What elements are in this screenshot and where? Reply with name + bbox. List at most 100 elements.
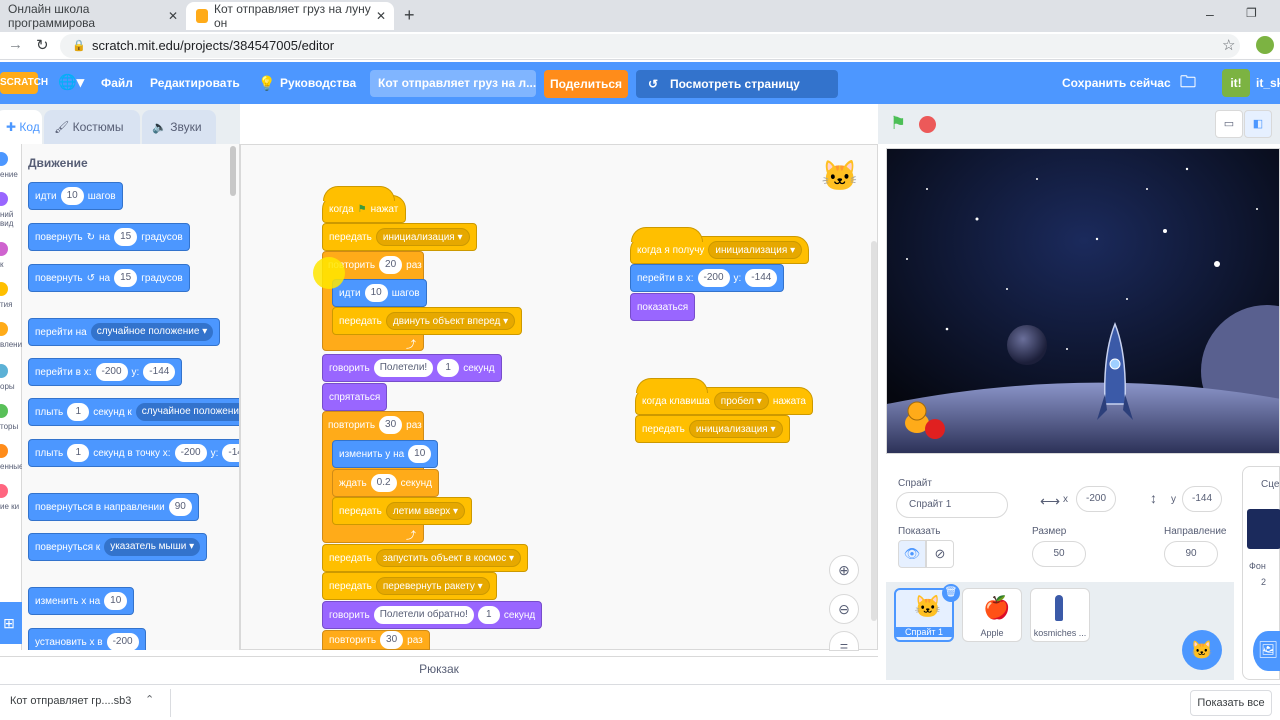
choose-sprite-icon[interactable]: 🐱 xyxy=(1182,630,1222,670)
block-broadcast[interactable]: передать запустить объект в космос ▾ xyxy=(322,544,529,572)
tab-sounds[interactable]: 🔈 Звуки xyxy=(142,110,216,144)
browser-tab-active[interactable]: Кот отправляет груз на луну он ✕ xyxy=(186,2,394,30)
category-sound[interactable] xyxy=(0,242,8,256)
block-input[interactable]: 10 xyxy=(60,187,84,205)
my-stuff-folder-icon[interactable]: 🗀 xyxy=(1180,62,1196,104)
small-stage-icon[interactable]: ▭ xyxy=(1215,110,1243,138)
see-project-page-button[interactable]: ↺ Посмотреть страницу проекта xyxy=(636,70,838,119)
category-sensing[interactable] xyxy=(0,364,8,378)
block-turn-left[interactable]: повернуть ↺ на 15 градусов xyxy=(28,264,190,292)
category-motion[interactable] xyxy=(0,152,8,166)
block-set-x[interactable]: установить х в -200 xyxy=(28,628,146,650)
block-input[interactable]: 10 xyxy=(408,445,432,463)
block-change-y[interactable]: изменить у на 10 xyxy=(332,440,439,468)
back-icon[interactable]: → xyxy=(8,36,23,53)
block-wait[interactable]: ждать 0.2 секунд xyxy=(332,469,439,497)
zoom-in-icon[interactable]: ⊕ xyxy=(829,555,859,585)
menu-edit[interactable]: Редактировать xyxy=(150,62,240,104)
block-input[interactable]: -200 xyxy=(174,444,207,462)
block-dropdown[interactable]: перевернуть ракету ▾ xyxy=(375,577,490,595)
x-input[interactable]: -200 xyxy=(1076,486,1116,512)
user-name[interactable]: it_sk xyxy=(1256,62,1280,104)
block-broadcast[interactable]: передать инициализация ▾ xyxy=(322,223,477,251)
block-dropdown[interactable]: двинуть объект вперед ▾ xyxy=(385,312,516,330)
block-when-i-receive[interactable]: когда я получу инициализация ▾ xyxy=(630,227,810,264)
scratch-logo[interactable]: SCRATCH xyxy=(0,72,48,94)
block-input[interactable]: 10 xyxy=(364,284,388,302)
tab-costumes[interactable]: 🖌 Костюмы xyxy=(44,110,140,144)
block-move-steps[interactable]: идти 10 шагов xyxy=(332,279,427,307)
block-glide[interactable]: плыть 1 секунд к случайное положение xyxy=(28,398,239,426)
block-goto-xy[interactable]: перейти в х: -200 у: -144 xyxy=(630,264,785,292)
block-dropdown[interactable]: случайное положение xyxy=(135,403,239,421)
category-myblocks[interactable] xyxy=(0,484,8,498)
block-input[interactable]: 1 xyxy=(437,359,460,377)
sprite-thumb[interactable]: 🍎 Apple xyxy=(962,588,1022,642)
language-globe-icon[interactable]: 🌐▾ xyxy=(58,62,84,104)
download-file-name[interactable]: Кот отправляет гр....sb3 xyxy=(10,695,131,707)
block-dropdown[interactable]: запустить объект в космос ▾ xyxy=(375,549,522,567)
block-say-for-secs[interactable]: говорить Полетели! 1 секунд xyxy=(322,354,502,382)
block-input[interactable]: -14 xyxy=(222,444,239,462)
size-input[interactable]: 50 xyxy=(1032,541,1086,567)
block-input[interactable]: 30 xyxy=(379,416,403,434)
block-input[interactable]: -200 xyxy=(106,633,139,650)
show-eye-icon[interactable]: 👁 xyxy=(898,540,926,568)
add-extension-icon[interactable]: ⊞ xyxy=(0,602,22,644)
block-input[interactable]: 10 xyxy=(104,592,128,610)
project-title-input[interactable]: Кот отправляет груз на л... xyxy=(370,70,536,97)
block-dropdown[interactable]: инициализация ▾ xyxy=(688,420,783,438)
restore-icon[interactable]: ❐ xyxy=(1246,6,1257,20)
block-input[interactable]: -144 xyxy=(745,269,778,287)
script-area[interactable]: 🐱 когда ⚑ нажат передать инициализация ▾ по… xyxy=(240,144,878,654)
chevron-up-icon[interactable]: ⌃ xyxy=(145,693,154,706)
palette-scrollbar[interactable] xyxy=(230,146,236,196)
y-input[interactable]: -144 xyxy=(1182,486,1222,512)
category-looks[interactable] xyxy=(0,192,8,206)
profile-avatar[interactable] xyxy=(1256,36,1274,54)
url-field[interactable]: 🔒 scratch.mit.edu/projects/384547005/edi… xyxy=(60,34,1240,58)
block-input[interactable]: -144 xyxy=(143,363,176,381)
block-dropdown[interactable]: случайное положение ▾ xyxy=(90,323,214,341)
show-all-downloads-button[interactable]: Показать все xyxy=(1190,690,1272,716)
block-show[interactable]: показаться xyxy=(630,293,696,321)
block-input[interactable]: -200 xyxy=(697,269,730,287)
block-dropdown[interactable]: пробел ▾ xyxy=(713,392,769,410)
block-dropdown[interactable]: указатель мыши ▾ xyxy=(104,538,201,556)
bookmark-star-icon[interactable]: ☆ xyxy=(1222,36,1235,54)
zoom-out-icon[interactable]: ⊖ xyxy=(829,594,859,624)
menu-tutorials[interactable]: Руководства xyxy=(280,62,356,104)
block-move-steps[interactable]: идти 10 шагов xyxy=(28,182,123,210)
close-tab-icon[interactable]: ✕ xyxy=(168,9,178,23)
stage-canvas[interactable] xyxy=(886,148,1280,454)
block-input[interactable]: 15 xyxy=(114,269,138,287)
block-input[interactable]: 15 xyxy=(114,228,138,246)
block-dropdown[interactable]: летим вверх ▾ xyxy=(385,502,466,520)
new-tab-icon[interactable]: + xyxy=(404,5,415,26)
normal-stage-icon[interactable]: ◧ xyxy=(1244,110,1272,138)
block-point-direction[interactable]: повернуться в направлении 90 xyxy=(28,493,199,521)
save-now-button[interactable]: Сохранить сейчас xyxy=(1062,62,1171,104)
block-say-for-secs[interactable]: говорить Полетели обратно! 1 секунд xyxy=(322,601,543,629)
sprite-name-input[interactable]: Спрайт 1 xyxy=(896,492,1008,518)
block-input[interactable]: 0.2 xyxy=(370,474,397,492)
category-variables[interactable] xyxy=(0,444,8,458)
block-turn-right[interactable]: повернуть ↻ на 15 градусов xyxy=(28,223,190,251)
block-broadcast[interactable]: передать перевернуть ракету ▾ xyxy=(322,572,497,600)
block-broadcast[interactable]: передать летим вверх ▾ xyxy=(332,497,473,525)
block-input[interactable]: 1 xyxy=(67,403,90,421)
sprite-thumb-selected[interactable]: 🐱 Спрайт 1 🗑 xyxy=(894,584,960,642)
block-input[interactable]: Полетели обратно! xyxy=(373,606,474,624)
block-hide[interactable]: спрятаться xyxy=(322,383,388,411)
block-goto-xy[interactable]: перейти в x: -200 y: -144 xyxy=(28,358,183,386)
block-input[interactable]: 20 xyxy=(379,256,403,274)
category-events[interactable] xyxy=(0,282,8,296)
share-button[interactable]: Поделиться xyxy=(544,70,628,98)
block-dropdown[interactable]: инициализация ▾ xyxy=(375,228,470,246)
green-flag-icon[interactable]: ⚑ xyxy=(890,113,906,134)
stage-pane[interactable]: Сцен Фон 2 🖼 xyxy=(1242,466,1280,680)
block-point-towards[interactable]: повернуться к указатель мыши ▾ xyxy=(28,533,208,561)
tutorials-bulb-icon[interactable]: 💡 xyxy=(258,62,275,104)
block-input[interactable]: 1 xyxy=(67,444,90,462)
direction-input[interactable]: 90 xyxy=(1164,541,1218,567)
